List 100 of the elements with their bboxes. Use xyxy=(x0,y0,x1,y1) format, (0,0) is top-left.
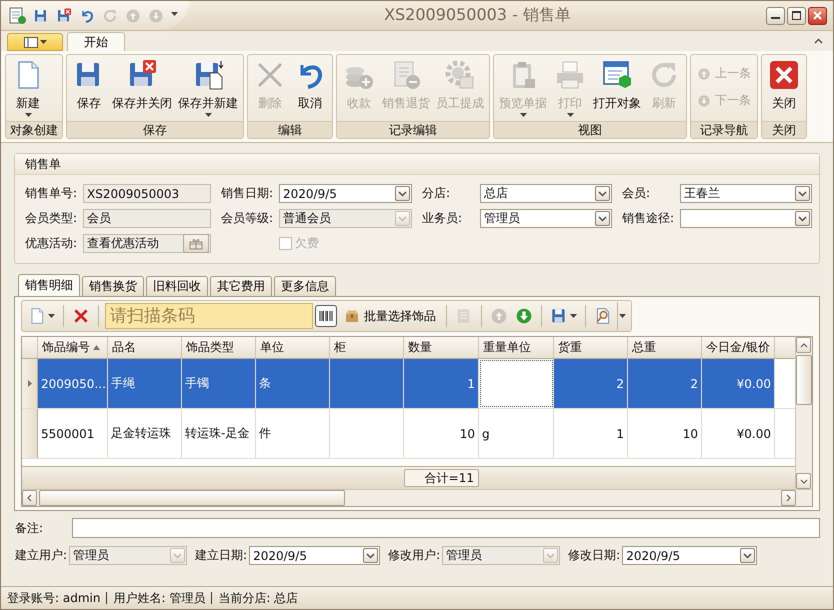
tab[interactable]: 其它费用 xyxy=(210,276,272,296)
combo-field[interactable]: 2020/9/5 xyxy=(622,546,758,565)
column-header[interactable]: 饰品类型 xyxy=(182,337,256,358)
customize-button[interactable] xyxy=(170,14,179,17)
field-label: 建立用户: xyxy=(15,547,68,564)
barcode-field[interactable]: 请扫描条码 xyxy=(105,303,313,329)
scroll-up-button[interactable] xyxy=(796,337,811,353)
dropdown-button[interactable] xyxy=(595,211,610,226)
close-button[interactable] xyxy=(808,6,827,24)
caret-icon xyxy=(566,113,574,117)
field-label: 销售日期: xyxy=(221,185,274,202)
chevron-down-icon xyxy=(798,216,807,222)
ribbon-button[interactable]: 关闭 xyxy=(764,57,804,114)
column-header[interactable]: 品名 xyxy=(108,337,182,358)
minimize-button[interactable] xyxy=(766,6,785,24)
column-header[interactable]: 柜 xyxy=(330,337,404,358)
ribbon-button[interactable]: 保存 xyxy=(69,57,109,114)
panel-title: 销售单 xyxy=(15,154,819,175)
scroll-thumb[interactable] xyxy=(796,355,812,405)
group-label: 编辑 xyxy=(248,121,332,138)
caret-icon xyxy=(48,314,55,318)
caret-icon xyxy=(619,314,626,318)
scroll-left-button[interactable] xyxy=(22,490,37,506)
column-header[interactable]: 今日金/银价 xyxy=(702,337,775,358)
scroll-right-button[interactable] xyxy=(781,490,796,506)
overflow-button[interactable] xyxy=(617,302,627,330)
collapse-icon[interactable] xyxy=(814,38,823,44)
table-row[interactable]: 2009050... 手绳 手镯 条 1 2 2 ¥0.00 xyxy=(22,359,795,409)
combo-field[interactable] xyxy=(680,209,812,228)
tab[interactable]: 销售明细 xyxy=(18,274,80,296)
column-header[interactable]: 饰品编号 xyxy=(38,337,108,358)
table-row[interactable]: 5500001 足金转运珠 转运珠-足金 件 10 g 1 10 ¥0.00 xyxy=(22,409,795,459)
refresh-icon xyxy=(102,8,118,24)
table-cell: 5500001 xyxy=(38,409,108,458)
scroll-down-button[interactable] xyxy=(796,473,811,489)
scroll-thumb[interactable] xyxy=(39,490,345,506)
floppy-cross-icon xyxy=(56,8,72,24)
app-icon[interactable] xyxy=(7,6,27,26)
barcode-button[interactable] xyxy=(315,305,337,327)
chevron-down-icon xyxy=(366,552,376,558)
field-label: 会员: xyxy=(622,185,652,202)
column-header[interactable]: 货重 xyxy=(554,337,628,358)
notes-field[interactable] xyxy=(72,518,820,538)
chevron-down-icon xyxy=(173,552,182,558)
caret-icon xyxy=(520,113,526,117)
table-cell: 2 xyxy=(628,359,702,408)
close-icon xyxy=(813,11,822,20)
status-text: 登录账号: admin xyxy=(7,592,102,604)
combo-field[interactable]: 2020/9/5 xyxy=(279,184,412,203)
combo-field[interactable]: 管理员 xyxy=(480,209,612,228)
dropdown-button[interactable] xyxy=(795,186,810,201)
toolbar-button[interactable]: 批量选择饰品 xyxy=(340,306,440,326)
dropdown-button[interactable] xyxy=(740,548,756,563)
horizontal-scrollbar[interactable] xyxy=(22,489,812,506)
ribbon-button[interactable]: 新建 xyxy=(8,57,48,119)
find-icon xyxy=(594,307,612,325)
ribbon-button[interactable]: 保存并关闭 xyxy=(109,57,175,114)
window-icon xyxy=(601,59,633,91)
chevron-down-icon xyxy=(598,216,607,222)
column-header[interactable]: 数量 xyxy=(404,337,479,358)
group-label: 保存 xyxy=(67,121,243,138)
maximize-button[interactable] xyxy=(787,6,806,24)
table-cell: 足金转运珠 xyxy=(108,409,182,458)
table-cell: 转运珠-足金 xyxy=(182,409,256,458)
table-cell: 条 xyxy=(256,359,330,408)
app-menu-button[interactable] xyxy=(7,33,63,51)
dropdown-button[interactable] xyxy=(395,186,410,201)
tab[interactable]: 销售换货 xyxy=(82,276,144,296)
vertical-scrollbar[interactable] xyxy=(795,337,812,489)
chevron-down-icon xyxy=(398,216,407,222)
column-header[interactable]: 单位 xyxy=(256,337,330,358)
table-cell: g xyxy=(479,409,554,458)
status-text: 用户姓名: 管理员 xyxy=(106,592,212,604)
sort-icon xyxy=(93,345,100,350)
ribbon-button[interactable]: 保存并新建 xyxy=(175,57,241,119)
ribbon-button[interactable]: 取消 xyxy=(290,57,330,114)
field-label: 优惠活动: xyxy=(25,235,78,252)
dropdown-button[interactable] xyxy=(795,211,810,226)
field-label: 修改用户: xyxy=(388,547,440,564)
column-header[interactable]: 总重 xyxy=(628,337,702,358)
column-header[interactable]: 重量单位 xyxy=(479,337,554,358)
tab[interactable]: 旧料回收 xyxy=(146,276,208,296)
caret-icon xyxy=(24,113,32,117)
dropdown-button[interactable] xyxy=(595,186,610,201)
combo-field[interactable]: 2020/9/5 xyxy=(249,546,380,565)
ribbon-tab[interactable]: 开始 xyxy=(67,32,125,51)
field-label: 会员类型: xyxy=(25,210,78,227)
row-pointer-icon xyxy=(28,380,32,387)
quick-access-button[interactable] xyxy=(55,6,73,24)
tab[interactable]: 更多信息 xyxy=(274,276,336,296)
caret-icon xyxy=(570,314,577,318)
caret-icon xyxy=(204,113,212,117)
combo-field[interactable]: 王春兰 xyxy=(680,184,812,203)
barcode-icon xyxy=(319,310,333,322)
ribbon-button[interactable]: 打开对象 xyxy=(590,57,644,114)
field-label: 修改日期: xyxy=(568,547,620,564)
dropdown-button[interactable] xyxy=(363,548,378,563)
printer-icon xyxy=(554,59,586,91)
floppy-icon xyxy=(33,8,49,24)
combo-field[interactable]: 总店 xyxy=(480,184,612,203)
